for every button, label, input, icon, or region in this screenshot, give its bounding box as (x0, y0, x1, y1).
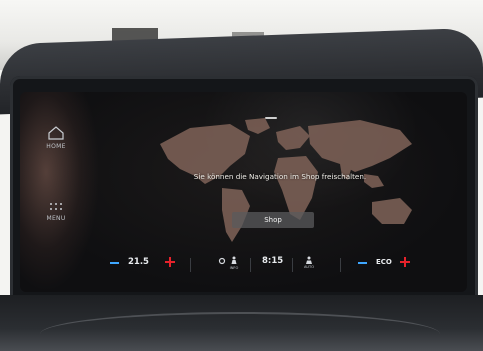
temperature-left: 21.5 (128, 257, 149, 267)
climate-bar: 21.5 INFO 8:15 AUTO ECO (20, 252, 467, 282)
continent-australia (372, 198, 412, 224)
clock-time: 8:15 (262, 256, 284, 266)
auto-label: AUTO (303, 265, 315, 269)
settings-icon[interactable] (218, 257, 226, 265)
shop-button[interactable]: Shop (232, 212, 314, 228)
fan-person-icon[interactable] (305, 256, 313, 264)
temperature-down-button[interactable] (110, 262, 119, 264)
photo-scene: HOME MENU Sie können die Navigation im S… (0, 0, 483, 351)
continent-greenland (245, 118, 270, 134)
separator (292, 258, 293, 272)
navigation-unlock-message: Sie können die Navigation im Shop freisc… (193, 172, 367, 181)
home-icon (48, 126, 64, 140)
world-map (160, 118, 412, 242)
continent-asia (308, 120, 412, 172)
separator (250, 258, 251, 272)
info-label: INFO (229, 266, 239, 270)
separator (190, 258, 191, 272)
grid-dots-icon (50, 203, 62, 210)
home-label: HOME (46, 143, 66, 150)
right-plus-button[interactable] (400, 257, 410, 267)
eco-label: ECO (376, 258, 392, 266)
separator (340, 258, 341, 272)
menu-label: MENU (46, 215, 66, 222)
infotainment-screen: HOME MENU Sie können die Navigation im S… (20, 92, 467, 292)
continent-europe (276, 126, 310, 150)
home-button[interactable]: HOME (26, 126, 86, 150)
menu-button[interactable]: MENU (26, 202, 86, 222)
right-minus-button[interactable] (358, 262, 367, 264)
temperature-up-button[interactable] (165, 257, 175, 267)
seat-person-icon[interactable] (230, 256, 238, 265)
continent-africa (274, 156, 318, 220)
